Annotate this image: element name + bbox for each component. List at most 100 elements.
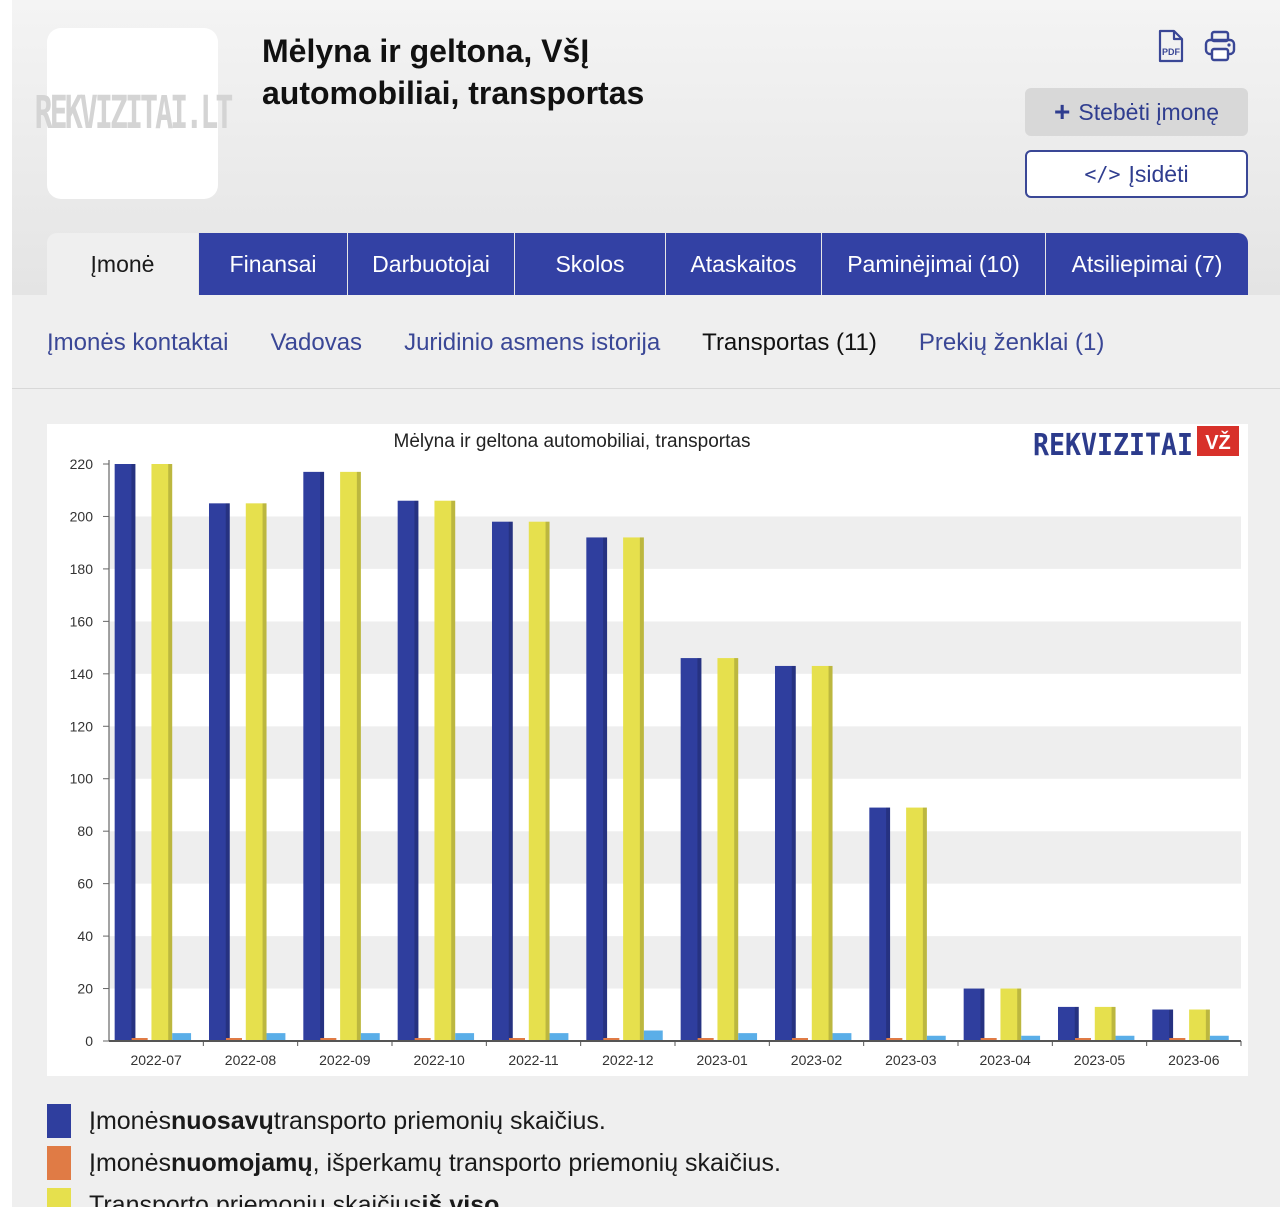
grid-band	[109, 673, 1241, 727]
x-tick-label: 2023-02	[791, 1052, 843, 1068]
follow-label: Stebėti įmonę	[1078, 98, 1219, 125]
bar-shade	[1205, 1009, 1210, 1041]
y-tick-label: 120	[70, 718, 94, 734]
bar-shade	[1111, 1006, 1116, 1041]
embed-button[interactable]: </> Įsidėti	[1025, 150, 1248, 198]
x-tick-label: 2022-09	[319, 1052, 371, 1068]
bar	[172, 1033, 192, 1041]
legend-suffix: , išperkamų transporto priemonių skaičiu…	[312, 1148, 781, 1177]
chart-title: Mėlyna ir geltona automobiliai, transpor…	[394, 431, 751, 452]
x-tick-label: 2023-06	[1168, 1052, 1220, 1068]
bar-shade	[262, 503, 267, 1041]
x-tick-label: 2022-12	[602, 1052, 654, 1068]
transport-chart: 0 20 40 60 80 100 120 140 160 180 200 220 2022-07 202…	[47, 424, 1248, 1076]
bar	[266, 1033, 286, 1041]
bar-shade	[1017, 988, 1022, 1041]
x-tick-label: 2022-07	[130, 1052, 182, 1068]
bar	[455, 1033, 475, 1041]
subnav-kontaktai[interactable]: Įmonės kontaktai	[47, 329, 228, 357]
legend-item: Įmonės nuomojamų, išperkamų transporto p…	[47, 1142, 1248, 1184]
grid-band	[109, 621, 1241, 674]
follow-company-button[interactable]: + Stebėti įmonę	[1025, 88, 1248, 136]
subnav-transportas[interactable]: Transportas (11)	[702, 329, 877, 357]
subnav-prekiu-zenklai[interactable]: Prekių ženklai (1)	[919, 329, 1104, 357]
y-tick-label: 80	[77, 823, 93, 839]
y-tick-label: 100	[70, 771, 94, 787]
bar-shade	[828, 665, 833, 1041]
tab-skolos[interactable]: Skolos	[514, 233, 665, 295]
grid-band	[109, 936, 1241, 989]
x-tick-label: 2022-08	[225, 1052, 277, 1068]
bar-shade	[1074, 1006, 1079, 1041]
sub-navigation: Įmonės kontaktai Vadovas Juridinio asmen…	[47, 318, 1146, 368]
x-tick-label: 2023-05	[1074, 1052, 1126, 1068]
tab-paminejimai[interactable]: Paminėjimai (10)	[821, 233, 1045, 295]
y-tick-label: 180	[70, 561, 94, 577]
legend-swatch	[47, 1104, 71, 1138]
company-title: Mėlyna ir geltona, VšĮ automobiliai, tra…	[262, 33, 645, 111]
svg-text:PDF: PDF	[1162, 47, 1181, 57]
grid-band	[109, 726, 1241, 779]
y-tick-label: 60	[77, 876, 93, 892]
bar-shade	[545, 521, 550, 1041]
code-icon: </>	[1084, 162, 1121, 186]
tab-finansai[interactable]: Finansai	[198, 233, 347, 295]
bar-shade	[980, 988, 985, 1041]
bar	[643, 1030, 663, 1041]
grid-band	[109, 464, 1241, 517]
tab-imone[interactable]: Įmonė	[47, 233, 198, 295]
legend-prefix: Įmonės	[89, 1148, 171, 1177]
legend-prefix: Įmonės	[89, 1106, 171, 1135]
grid-band	[109, 516, 1241, 569]
y-tick-label: 20	[77, 981, 93, 997]
x-tick-label: 2023-03	[885, 1052, 937, 1068]
bar	[832, 1033, 852, 1041]
bar-shade	[734, 658, 739, 1041]
main-tabs: Įmonė Finansai Darbuotojai Skolos Ataska…	[47, 233, 1248, 295]
grid-band	[109, 883, 1241, 937]
y-tick-label: 140	[70, 666, 94, 682]
bar-shade	[451, 500, 456, 1041]
bar	[549, 1033, 569, 1041]
tab-atsiliepimai[interactable]: Atsiliepimai (7)	[1045, 233, 1248, 295]
bar-shade	[356, 471, 361, 1042]
bar-shade	[320, 471, 325, 1042]
plus-icon: +	[1054, 96, 1071, 127]
legend-item: Įmonės nuosavų transporto priemonių skai…	[47, 1100, 1248, 1142]
brand-text: REKVIZITAI	[1033, 428, 1193, 463]
tab-ataskaitos[interactable]: Ataskaitos	[665, 233, 821, 295]
y-tick-label: 200	[70, 508, 94, 524]
printer-icon[interactable]	[1202, 28, 1238, 64]
bar-shade	[603, 537, 608, 1041]
bar-shade	[131, 464, 136, 1041]
legend-bold: iš viso	[421, 1190, 500, 1207]
rekvizitai-brand: REKVIZITAI VŽ	[1033, 426, 1239, 463]
bar-shade	[697, 658, 702, 1041]
bar-shade	[791, 665, 796, 1041]
subnav-vadovas[interactable]: Vadovas	[270, 329, 362, 357]
legend-swatch	[47, 1188, 71, 1207]
bar-shade	[225, 503, 230, 1041]
x-tick-label: 2022-10	[413, 1052, 465, 1068]
chart-legend: Įmonės nuosavų transporto priemonių skai…	[47, 1100, 1248, 1207]
bar-shade	[1169, 1009, 1174, 1041]
grid-band	[109, 568, 1241, 622]
legend-bold: nuomojamų	[170, 1148, 313, 1177]
company-logo: REKVIZITAI.LT	[35, 28, 233, 199]
y-tick-label: 0	[85, 1033, 93, 1049]
legend-prefix: Transporto priemonių skaičius	[89, 1190, 422, 1207]
divider	[12, 388, 1280, 389]
bar	[738, 1033, 758, 1041]
x-tick-label: 2022-11	[508, 1052, 559, 1068]
tab-darbuotojai[interactable]: Darbuotojai	[347, 233, 514, 295]
bar-shade	[639, 537, 644, 1041]
bar-shade	[922, 807, 927, 1041]
pdf-icon[interactable]: PDF	[1152, 28, 1188, 64]
embed-label: Įsidėti	[1128, 160, 1189, 187]
grid-band	[109, 778, 1241, 832]
grid-band	[109, 831, 1241, 884]
y-tick-label: 220	[70, 456, 94, 472]
legend-item: Transporto priemonių skaičius iš viso.	[47, 1184, 1248, 1207]
subnav-istorija[interactable]: Juridinio asmens istorija	[404, 329, 660, 357]
chart-svg: 0 20 40 60 80 100 120 140 160 180 200 220 2022-07 202…	[70, 426, 1242, 1068]
